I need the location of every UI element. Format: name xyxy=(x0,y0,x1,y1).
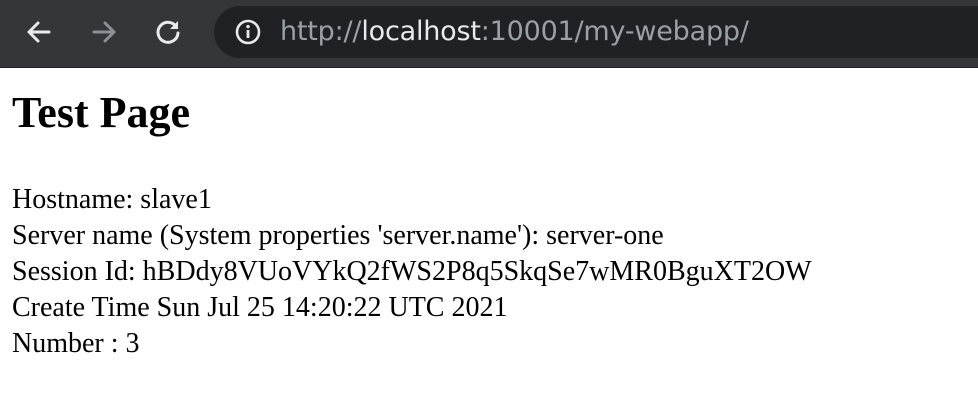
server-info: Hostname: slave1 Server name (System pro… xyxy=(12,182,962,362)
create-time-line: Create Time Sun Jul 25 14:20:22 UTC 2021 xyxy=(12,292,508,323)
back-arrow-icon xyxy=(27,21,51,43)
hostname-line: Hostname: slave1 xyxy=(12,184,212,215)
info-icon[interactable] xyxy=(234,18,262,46)
page-content: Test Page Hostname: slave1 Server name (… xyxy=(12,68,962,362)
browser-toolbar: http://localhost:10001/my-webapp/ xyxy=(0,0,978,68)
reload-button[interactable] xyxy=(148,14,188,50)
url-text[interactable]: http://localhost:10001/my-webapp/ xyxy=(280,6,749,58)
url-path: :10001/my-webapp/ xyxy=(480,16,749,47)
page-title: Test Page xyxy=(12,88,191,137)
number-line: Number : 3 xyxy=(12,328,140,359)
session-id-line: Session Id: hBDdy8VUoVYkQ2fWS2P8q5SkqSe7… xyxy=(12,256,812,287)
address-bar[interactable]: http://localhost:10001/my-webapp/ xyxy=(214,6,978,58)
reload-icon xyxy=(156,20,180,44)
forward-button[interactable] xyxy=(84,14,124,50)
back-button[interactable] xyxy=(19,14,59,50)
forward-arrow-icon xyxy=(92,21,116,43)
url-host: localhost xyxy=(361,16,481,47)
url-scheme: http:// xyxy=(280,16,362,47)
server-name-line: Server name (System properties 'server.n… xyxy=(12,220,664,251)
